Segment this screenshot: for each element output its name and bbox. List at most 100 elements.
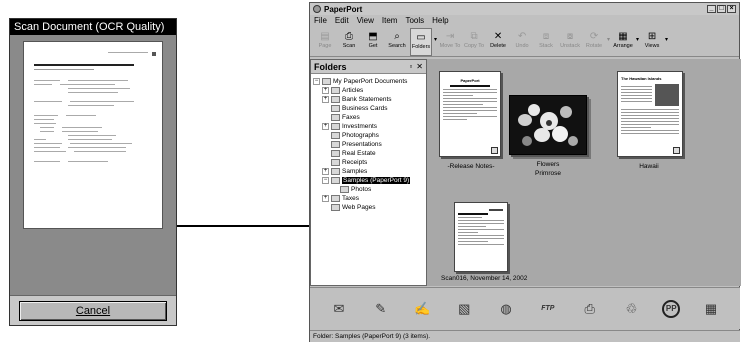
maximize-button[interactable]: □ — [717, 5, 726, 13]
tree-label: Investments — [342, 123, 378, 130]
scan-button[interactable]: ⎙ Scan — [338, 28, 360, 56]
folder-icon — [331, 114, 340, 121]
copy-to-button[interactable]: ⧉ Copy To — [463, 28, 485, 56]
expand-icon[interactable]: + — [322, 87, 329, 94]
tree-label: Faxes — [342, 114, 360, 121]
folder-icon — [331, 123, 340, 130]
scan-window-title: Scan Document (OCR Quality) — [10, 19, 176, 35]
tree-item-articles[interactable]: + Articles — [322, 86, 424, 95]
folders-icon: ▭ — [416, 31, 426, 43]
menu-item[interactable]: Item — [382, 16, 398, 26]
expand-icon[interactable]: + — [322, 96, 329, 103]
folders-dropdown-icon[interactable]: ▾ — [434, 36, 437, 43]
page-button[interactable]: ▤ Page — [314, 28, 336, 56]
stack-button[interactable]: ⧈ Stack — [535, 28, 557, 56]
hawaii-label: Hawaii — [639, 163, 659, 170]
scan016-thumbnail[interactable] — [454, 202, 508, 272]
window-title: PaperPort — [324, 4, 363, 14]
collapse-icon[interactable]: − — [313, 78, 320, 85]
tree-item-samples[interactable]: + Samples — [322, 167, 424, 176]
folder-icon — [340, 186, 349, 193]
send-to-bar: ✉ ✎ ✍ ▧ ◍ FTP ⎙ ♲ PP ▦ — [310, 287, 740, 329]
tree-label: Business Cards — [342, 105, 388, 112]
close-folders-icon[interactable]: ✕ — [416, 62, 423, 71]
views-dropdown-icon[interactable]: ▾ — [665, 36, 668, 43]
menu-tools[interactable]: Tools — [405, 16, 424, 26]
collapse-icon[interactable]: − — [322, 177, 329, 184]
tree-item-investments[interactable]: + Investments — [322, 122, 424, 131]
menu-edit[interactable]: Edit — [335, 16, 349, 26]
menu-help[interactable]: Help — [432, 16, 448, 26]
minimize-button[interactable]: _ — [707, 5, 716, 13]
tree-item-bank-statements[interactable]: + Bank Statements — [322, 95, 424, 104]
tree-item-faxes[interactable]: Faxes — [322, 113, 424, 122]
move-to-button[interactable]: ⇥ Move To — [439, 28, 461, 56]
get-label: Get — [368, 43, 378, 49]
calculator-icon[interactable]: ▦ — [700, 298, 722, 320]
flowers-thumbnail[interactable] — [509, 95, 587, 155]
tree-label: Bank Statements — [342, 96, 392, 103]
arrange-dropdown-icon[interactable]: ▾ — [636, 36, 639, 43]
folder-icon — [331, 132, 340, 139]
scan-icon: ⎙ — [345, 30, 353, 42]
folder-icon — [331, 168, 340, 175]
tree-item-taxes[interactable]: + Taxes — [322, 194, 424, 203]
menu-view[interactable]: View — [357, 16, 374, 26]
views-button[interactable]: ⊞ Views — [641, 28, 663, 56]
unstack-button[interactable]: ⧇ Unstack — [559, 28, 581, 56]
stack-label: Stack — [539, 43, 553, 49]
printer-icon[interactable]: ⎙ — [579, 298, 601, 320]
folders-title: Folders — [314, 61, 347, 72]
expand-icon[interactable]: + — [322, 168, 329, 175]
page-icon: ▤ — [320, 30, 330, 42]
tree-item-business-cards[interactable]: Business Cards — [322, 104, 424, 113]
folder-icon — [322, 78, 331, 85]
views-label: Views — [644, 43, 660, 49]
arrange-button[interactable]: ▦ Arrange — [612, 28, 634, 56]
paint-icon[interactable]: ✎ — [370, 298, 392, 320]
document-icon[interactable]: ▧ — [453, 298, 475, 320]
folders-button[interactable]: ▭ Folders — [410, 28, 432, 56]
note-icon[interactable]: ✍ — [411, 298, 433, 320]
expand-icon[interactable]: + — [322, 123, 329, 130]
tree-root-label: My PaperPort Documents — [333, 78, 408, 85]
delete-button[interactable]: ✕ Delete — [487, 28, 509, 56]
undo-icon: ↶ — [517, 30, 527, 42]
tree-item-presentations[interactable]: Presentations — [322, 140, 424, 149]
folder-icon — [331, 96, 340, 103]
close-button[interactable]: × — [727, 5, 736, 13]
tree-item-real-estate[interactable]: Real Estate — [322, 149, 424, 158]
hawaii-thumbnail[interactable]: The Hawaiian Islands — [617, 71, 683, 157]
tree-item-photographs[interactable]: Photographs — [322, 131, 424, 140]
recycle-icon[interactable]: ♲ — [620, 298, 642, 320]
tree-item-receipts[interactable]: Receipts — [322, 158, 424, 167]
mail-icon[interactable]: ✉ — [328, 298, 350, 320]
pp-icon[interactable]: PP — [662, 299, 681, 318]
pin-icon[interactable]: ▫ — [409, 62, 412, 71]
tree-root[interactable]: − My PaperPort Documents — [313, 77, 424, 86]
paperport-logo-icon — [313, 5, 321, 13]
ftp-icon[interactable]: FTP — [537, 298, 559, 320]
undo-button[interactable]: ↶ Undo — [511, 28, 533, 56]
search-button[interactable]: ⌕ Search — [386, 28, 408, 56]
tree-label: Real Estate — [342, 150, 376, 157]
tree-label: Samples — [342, 168, 368, 175]
arrange-icon: ▦ — [618, 30, 628, 42]
tree-item-samples-paperport-9[interactable]: − Samples (PaperPort 9) — [322, 176, 424, 185]
rotate-dropdown-icon[interactable]: ▾ — [607, 36, 610, 43]
menu-file[interactable]: File — [314, 16, 327, 26]
tree-item-web-pages[interactable]: Web Pages — [322, 203, 424, 212]
globe-icon[interactable]: ◍ — [495, 298, 517, 320]
rotate-button[interactable]: ⟳ Rotate — [583, 28, 605, 56]
menu-bar: File Edit View Item Tools Help — [310, 15, 739, 27]
expand-icon[interactable]: + — [322, 195, 329, 202]
get-icon: ⬒ — [368, 30, 378, 42]
get-button[interactable]: ⬒ Get — [362, 28, 384, 56]
release-notes-thumbnail[interactable]: PaperPort — [439, 71, 501, 157]
document-type-icon — [673, 147, 680, 154]
tree-item-photos[interactable]: Photos — [322, 185, 424, 194]
status-bar: Folder: Samples (PaperPort 9) (3 items). — [310, 330, 740, 342]
page-label: Page — [318, 43, 332, 49]
cancel-button[interactable]: Cancel — [19, 301, 167, 321]
tree-label: Samples (PaperPort 9) — [342, 177, 411, 184]
